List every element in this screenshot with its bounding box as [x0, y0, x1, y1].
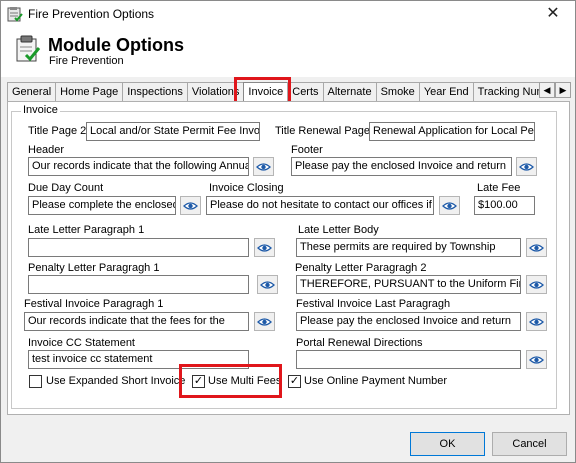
cancel-button-label: Cancel: [512, 438, 547, 450]
penalty-letter-paragraph-1-field[interactable]: [28, 275, 249, 294]
eye-icon: [256, 162, 271, 171]
use-online-payment-number-label: Use Online Payment Number: [304, 375, 448, 387]
fire-prevention-app-icon: [7, 7, 23, 22]
eye-icon: [442, 201, 457, 210]
footer-eye-icon[interactable]: [516, 157, 537, 176]
festival-invoice-paragraph-1-field[interactable]: Our records indicate that the fees for t…: [24, 312, 249, 331]
eye-icon: [529, 280, 544, 289]
tab-smoke[interactable]: Smoke: [375, 82, 420, 102]
penalty-letter-paragraph-2-field[interactable]: THEREFORE, PURSUANT to the Uniform Fire: [296, 275, 521, 294]
cancel-button[interactable]: Cancel: [492, 432, 567, 456]
footer-label: Footer: [291, 144, 323, 156]
title-renewal-page-field[interactable]: Renewal Application for Local Perm: [369, 122, 535, 141]
multi-fees-highlight: [179, 364, 282, 398]
invoice-closing-field[interactable]: Please do not hesitate to contact our of…: [206, 196, 434, 215]
tab-scroll-right-icon[interactable]: ▶: [555, 82, 571, 98]
window-title: Fire Prevention Options: [28, 7, 155, 21]
eye-icon: [257, 243, 272, 252]
late-fee-label: Late Fee: [477, 182, 521, 194]
festival-invoice-last-paragraph-label: Festival Invoice Last Paragragh: [296, 298, 451, 310]
title-page-2-label: Title Page 2: [28, 125, 87, 137]
use-online-payment-number-checkbox[interactable]: ✓: [288, 375, 301, 388]
footer-field[interactable]: Please pay the enclosed Invoice and retu…: [291, 157, 512, 176]
close-button[interactable]: ✕: [531, 1, 575, 27]
late-letter-body-field[interactable]: These permits are required by Township: [296, 238, 521, 257]
title-bar: Fire Prevention Options ✕: [1, 1, 575, 27]
eye-icon: [183, 201, 198, 210]
invoice-closing-label: Invoice Closing: [209, 182, 284, 194]
late-letter-paragraph-1-label: Late Letter Paragraph 1: [28, 224, 145, 236]
use-expanded-short-invoice-label: Use Expanded Short Invoice: [46, 375, 186, 387]
header-eye-icon[interactable]: [253, 157, 274, 176]
ok-button[interactable]: OK: [410, 432, 485, 456]
late-letter-paragraph-1-eye-icon[interactable]: [254, 238, 275, 257]
penalty-letter-paragraph-1-eye-icon[interactable]: [257, 275, 278, 294]
late-letter-body-label: Late Letter Body: [298, 224, 379, 236]
late-letter-body-eye-icon[interactable]: [526, 238, 547, 257]
tab-home-page[interactable]: Home Page: [55, 82, 124, 102]
page-subtitle: Fire Prevention: [49, 55, 124, 67]
tab-alternate[interactable]: Alternate: [322, 82, 377, 102]
late-fee-field[interactable]: $100.00: [474, 196, 535, 215]
penalty-letter-paragraph-2-label: Penalty Letter Paragragh 2: [295, 262, 427, 274]
festival-invoice-last-paragraph-eye-icon[interactable]: [526, 312, 547, 331]
header-label: Header: [28, 144, 65, 156]
tab-general[interactable]: General: [7, 82, 57, 102]
invoice-cc-statement-label: Invoice CC Statement: [28, 337, 135, 349]
due-day-count-label: Due Day Count: [28, 182, 104, 194]
festival-invoice-paragraph-1-label: Festival Invoice Paragragh 1: [24, 298, 164, 310]
invoice-closing-eye-icon[interactable]: [439, 196, 460, 215]
eye-icon: [519, 162, 534, 171]
options-window: Fire Prevention Options ✕ Module Options…: [0, 0, 576, 463]
late-letter-paragraph-1-field[interactable]: [28, 238, 249, 257]
tab-tracking-num[interactable]: Tracking Num: [472, 82, 547, 102]
due-day-count-eye-icon[interactable]: [180, 196, 201, 215]
module-header: Module Options Fire Prevention: [1, 27, 575, 77]
festival-invoice-paragraph-1-eye-icon[interactable]: [254, 312, 275, 331]
eye-icon: [529, 317, 544, 326]
title-renewal-page-label: Title Renewal Page: [275, 125, 370, 137]
ok-button-label: OK: [439, 438, 456, 450]
eye-icon: [529, 355, 544, 364]
eye-icon: [260, 280, 275, 289]
header-field[interactable]: Our records indicate that the following …: [28, 157, 249, 176]
title-page-2-field[interactable]: Local and/or State Permit Fee Invoic: [86, 122, 260, 141]
clipboard-check-icon: [16, 35, 41, 62]
tab-scroll-arrows: ◀ ▶: [539, 82, 573, 100]
penalty-letter-paragraph-1-label: Penalty Letter Paragragh 1: [28, 262, 160, 274]
portal-renewal-directions-eye-icon[interactable]: [526, 350, 547, 369]
tab-certs[interactable]: Certs: [287, 82, 324, 102]
use-expanded-short-invoice-checkbox[interactable]: [29, 375, 42, 388]
portal-renewal-directions-field[interactable]: [296, 350, 521, 369]
penalty-letter-paragraph-2-eye-icon[interactable]: [526, 275, 547, 294]
due-day-count-field[interactable]: Please complete the enclosed A: [28, 196, 176, 215]
page-title: Module Options: [48, 35, 184, 55]
invoice-group-label: Invoice: [21, 104, 60, 116]
eye-icon: [257, 317, 272, 326]
tab-year-end[interactable]: Year End: [418, 82, 474, 102]
tab-inspections[interactable]: Inspections: [122, 82, 188, 102]
festival-invoice-last-paragraph-field[interactable]: Please pay the enclosed Invoice and retu…: [296, 312, 521, 331]
portal-renewal-directions-label: Portal Renewal Directions: [296, 337, 423, 349]
eye-icon: [529, 243, 544, 252]
tab-scroll-left-icon[interactable]: ◀: [539, 82, 555, 98]
